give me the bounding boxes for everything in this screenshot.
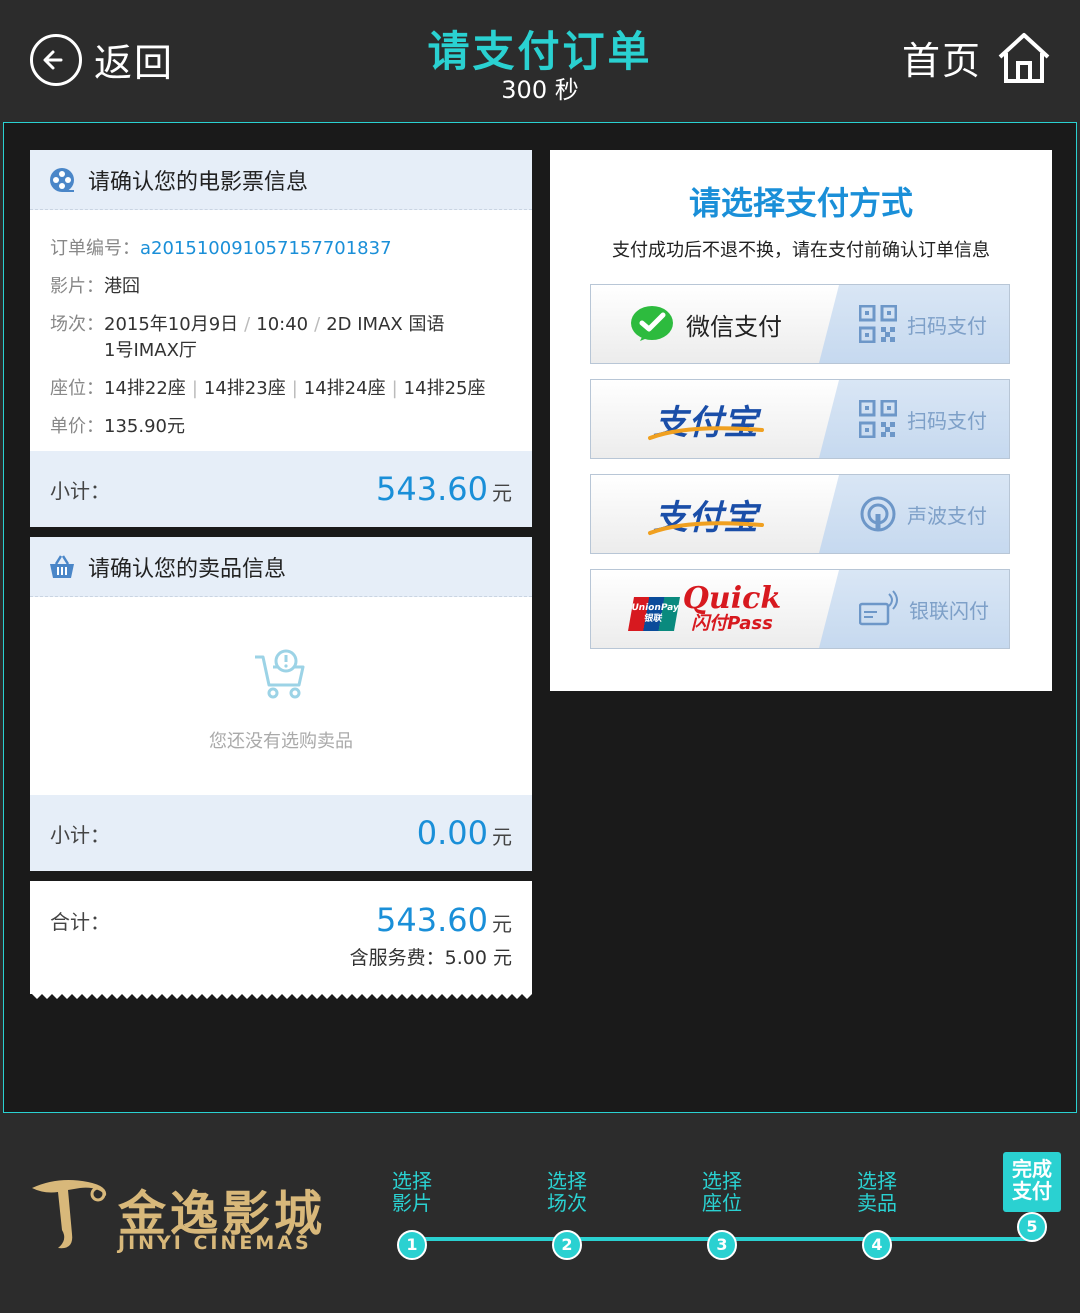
movie-row: 影片： 港囧 — [50, 274, 512, 300]
session-time: 10:40 — [256, 314, 309, 335]
price-value: 135.90元 — [104, 416, 185, 437]
alipay-swoosh-icon — [648, 521, 764, 535]
ticket-info-list: 订单编号： a201510091057157701837 影片： 港囧 场次： … — [30, 210, 532, 466]
home-icon — [998, 32, 1050, 83]
home-label: 首页 — [901, 39, 982, 83]
empty-goods-text: 您还没有选购卖品 — [209, 731, 353, 752]
goods-subtotal-amount: 0.00 — [416, 814, 488, 852]
goods-subtotal: 小计： 0.00 元 — [30, 795, 532, 871]
alipay-brand: 支付宝 — [591, 475, 821, 553]
wechat-pay-button[interactable]: 微信支付 扫码支付 — [590, 284, 1010, 364]
ticket-card-header: 请确认您的电影票信息 — [30, 150, 532, 210]
price-label: 单价： — [50, 416, 104, 437]
session-format: 2D IMAX 国语 — [326, 314, 445, 335]
step-number: 3 — [707, 1230, 737, 1260]
quickpass-label: 银联闪付 — [909, 598, 989, 623]
order-number-row: 订单编号： a201510091057157701837 — [50, 236, 512, 262]
alipay-scan-action: 扫码支付 — [819, 380, 1009, 458]
unionpay-logo: UnionPay 银联 — [627, 597, 680, 631]
qr-code-icon — [859, 400, 897, 438]
order-number-value: a201510091057157701837 — [140, 238, 392, 259]
step-select-session: 选择 场次 2 — [527, 1170, 607, 1260]
goods-info-card: 请确认您的卖品信息 您还没有选购卖品 小计： 0.00 元 — [30, 537, 532, 871]
alipay-sonic-button[interactable]: 支付宝 声波支付 — [590, 474, 1010, 554]
price-row: 单价： 135.90元 — [50, 414, 512, 440]
step-number: 2 — [552, 1230, 582, 1260]
cinema-logo-icon — [32, 1180, 107, 1249]
currency-unit: 元 — [492, 481, 512, 505]
alipay-brand: 支付宝 — [591, 380, 821, 458]
scan-pay-label: 扫码支付 — [907, 408, 987, 433]
seat-value: 14排23座 — [203, 378, 286, 399]
footer: 金逸影城 JINYI CINEMAS 选择 影片 1 选择 场次 2 选择 座位 3 … — [0, 1114, 1080, 1313]
step-number: 5 — [1017, 1212, 1047, 1242]
logo-english-name: JINYI CINEMAS — [118, 1232, 312, 1254]
wechat-brand: 微信支付 — [591, 285, 821, 363]
unionpay-brand: UnionPay 银联 Quick 闪付Pass — [591, 570, 821, 648]
total-card: 合计： 543.60 元 含服务费：5.00 元 — [30, 881, 532, 999]
service-fee-value: 5.00 — [444, 947, 487, 969]
order-number-label: 订单编号： — [50, 238, 140, 259]
scan-pay-label: 扫码支付 — [907, 313, 987, 338]
basket-icon — [50, 554, 74, 578]
unionpay-quickpass-button[interactable]: UnionPay 银联 Quick 闪付Pass 银联闪付 — [590, 569, 1010, 649]
step-number: 4 — [862, 1230, 892, 1260]
total-row: 合计： 543.60 元 — [30, 901, 532, 939]
empty-goods-state: 您还没有选购卖品 — [30, 647, 532, 753]
subtotal-label: 小计： — [50, 478, 110, 503]
session-hall: 1号IMAX厅 — [104, 340, 197, 361]
alipay-scan-button[interactable]: 支付宝 扫码支付 — [590, 379, 1010, 459]
wechat-pay-label: 微信支付 — [686, 312, 782, 341]
film-reel-icon — [50, 167, 74, 192]
seats-row: 座位： 14排22座 | 14排23座 | 14排24座 | 14排25座 — [50, 376, 512, 402]
subtotal-label: 小计： — [50, 822, 110, 847]
total-amount: 543.60 — [376, 901, 488, 939]
seat-value: 14排24座 — [303, 378, 386, 399]
session-label: 场次： — [50, 314, 104, 335]
seat-value: 14排25座 — [403, 378, 486, 399]
alipay-sonic-action: 声波支付 — [819, 475, 1009, 553]
step-complete-payment: 完成 支付 5 — [992, 1152, 1072, 1242]
step-number: 1 — [397, 1230, 427, 1260]
sonic-pay-label: 声波支付 — [907, 503, 987, 528]
currency-unit: 元 — [492, 912, 512, 936]
movie-value: 港囧 — [104, 276, 140, 297]
ticket-subtotal-amount: 543.60 — [376, 470, 488, 508]
payment-title: 请选择支付方式 — [688, 184, 913, 222]
seat-label: 座位： — [50, 378, 104, 399]
ticket-subtotal: 小计： 543.60 元 — [30, 451, 532, 527]
payment-panel: 请选择支付方式 支付成功后不退不换，请在支付前确认订单信息 微信支付 扫码支付 … — [550, 150, 1052, 691]
service-fee-row: 含服务费：5.00 元 — [30, 939, 532, 970]
session-date: 2015年10月9日 — [104, 314, 239, 335]
goods-card-header: 请确认您的卖品信息 — [30, 537, 532, 597]
ticket-card-title: 请确认您的电影票信息 — [88, 169, 309, 195]
seat-value: 14排22座 — [104, 378, 186, 399]
service-fee-label: 含服务费： — [349, 947, 445, 969]
header: 返回 请支付订单 300 秒 首页 — [0, 0, 1080, 122]
quickpass-logo: Quick 闪付Pass — [682, 581, 782, 634]
alipay-swoosh-icon — [648, 426, 764, 440]
step-select-movie: 选择 影片 1 — [372, 1170, 452, 1260]
wechat-action: 扫码支付 — [819, 285, 1009, 363]
movie-label: 影片： — [50, 276, 104, 297]
session-row: 场次： 2015年10月9日/10:40/2D IMAX 国语 1号IMAX厅 — [50, 312, 512, 364]
empty-cart-icon — [255, 649, 305, 699]
step-select-goods: 选择 卖品 4 — [837, 1170, 917, 1260]
goods-card-title: 请确认您的卖品信息 — [88, 556, 287, 582]
total-label: 合计： — [50, 909, 110, 934]
main-panel: 请确认您的电影票信息 订单编号： a201510091057157701837 … — [3, 122, 1077, 1113]
ticket-info-card: 请确认您的电影票信息 订单编号： a201510091057157701837 … — [30, 150, 532, 527]
home-button[interactable]: 首页 — [902, 30, 1052, 85]
qr-code-icon — [859, 305, 897, 343]
currency-unit: 元 — [492, 825, 512, 849]
wechat-icon — [631, 306, 673, 341]
unionpay-action: 银联闪付 — [819, 570, 1009, 648]
step-select-seat: 选择 座位 3 — [682, 1170, 762, 1260]
payment-subtitle: 支付成功后不退不换，请在支付前确认订单信息 — [612, 240, 990, 261]
nfc-card-icon — [859, 590, 898, 626]
currency-unit: 元 — [492, 947, 512, 969]
sonic-wave-icon — [860, 496, 896, 532]
receipt-zigzag-edge — [30, 990, 532, 999]
